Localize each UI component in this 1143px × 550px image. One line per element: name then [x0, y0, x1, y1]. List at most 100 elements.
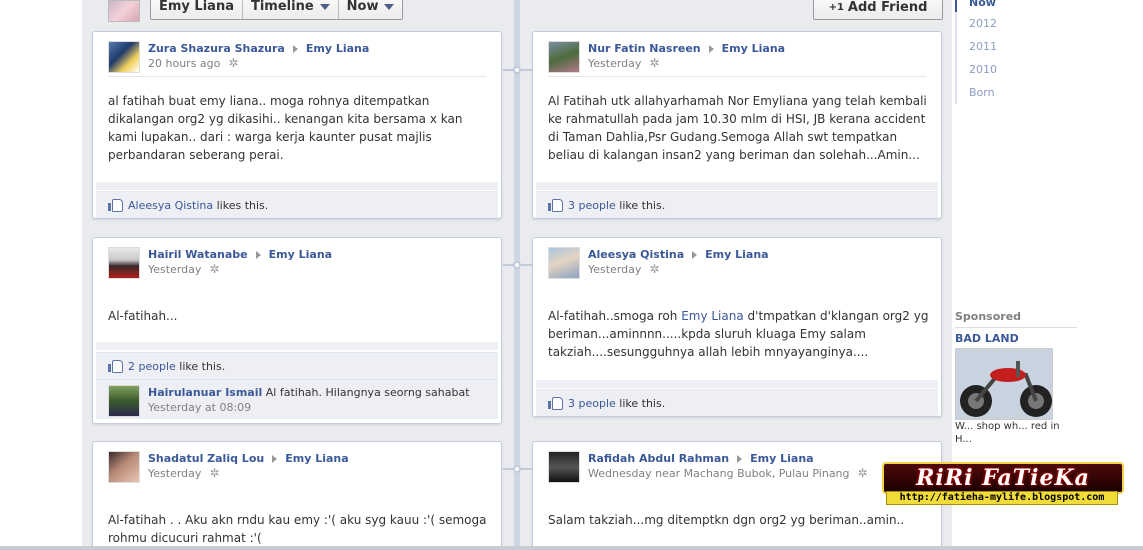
author-avatar[interactable]	[108, 41, 140, 73]
likes-bar: Aleesya Qistina likes this.	[96, 191, 498, 218]
arrow-right-icon	[737, 455, 743, 463]
post-body: Salam takziah...mg ditemptkn dgn org2 yg…	[548, 513, 905, 527]
post-author-link[interactable]: Aleesya Qistina	[588, 248, 684, 261]
year-2010[interactable]: 2010	[955, 58, 1077, 81]
post-target-link[interactable]: Emy Liana	[705, 248, 768, 261]
gear-icon[interactable]: ✲	[858, 466, 868, 481]
gear-icon[interactable]: ✲	[228, 56, 238, 71]
post-action-bar	[96, 342, 498, 350]
timeline-dropdown[interactable]: Timeline	[243, 0, 339, 19]
profile-name-label: Emy Liana	[159, 0, 234, 14]
post-target-link[interactable]: Emy Liana	[306, 42, 369, 55]
timeline-connector	[503, 468, 514, 470]
likers-link[interactable]: 2 people	[128, 360, 176, 373]
post-timestamp[interactable]: Yesterday	[148, 262, 201, 277]
likes-text: like this.	[619, 198, 666, 212]
timeline-connector	[521, 468, 532, 470]
arrow-right-icon	[708, 45, 714, 53]
commenter-avatar[interactable]	[108, 385, 140, 417]
post-timestamp[interactable]: 20 hours ago	[148, 56, 220, 71]
gear-icon[interactable]: ✲	[209, 262, 219, 277]
post-author-link[interactable]: Zura Shazura Shazura	[148, 42, 285, 55]
comment: Hairulanuar Ismail Al fatihah. Hilangnya…	[96, 379, 498, 419]
post-timestamp[interactable]: Yesterday	[588, 56, 641, 71]
ad-image[interactable]	[955, 348, 1053, 420]
post-body: Al Fatihah utk allahyarhamah Nor Emylian…	[548, 94, 927, 162]
post-target-link[interactable]: Emy Liana	[722, 42, 785, 55]
post-target-link[interactable]: Emy Liana	[269, 248, 332, 261]
author-avatar[interactable]	[548, 451, 580, 483]
timeline-dot	[513, 261, 521, 269]
post-target-link[interactable]: Emy Liana	[285, 452, 348, 465]
timeline-connector	[521, 264, 532, 266]
timeline-connector	[503, 69, 514, 71]
profile-name-button[interactable]: Emy Liana	[151, 0, 243, 19]
timeline-dot	[513, 465, 521, 473]
post-timestamp[interactable]: Wednesday near Machang Bubok, Pulau Pina…	[588, 466, 850, 481]
post-body: Al-fatihah . . Aku akn rndu kau emy :'( …	[108, 513, 487, 545]
post-timestamp[interactable]: Yesterday	[148, 466, 201, 481]
likes-text: like this.	[179, 359, 226, 373]
likers-link[interactable]: Aleesya Qistina	[128, 199, 213, 212]
now-dropdown[interactable]: Now	[339, 0, 403, 19]
likes-bar: 3 people like this.	[536, 389, 938, 416]
post-action-bar	[536, 182, 938, 190]
author-avatar[interactable]	[548, 247, 580, 279]
gear-icon[interactable]: ✲	[209, 466, 219, 481]
ad-title-link[interactable]: BAD LAND	[955, 332, 1019, 345]
year-now[interactable]: Now	[955, 0, 1077, 12]
add-friend-label: Add Friend	[847, 0, 928, 15]
author-avatar[interactable]	[548, 41, 580, 73]
thumbs-up-icon	[108, 360, 123, 373]
author-avatar[interactable]	[108, 451, 140, 483]
post-author-link[interactable]: Nur Fatin Nasreen	[588, 42, 701, 55]
profile-avatar[interactable]	[108, 0, 140, 22]
post-action-bar	[536, 380, 938, 388]
mention-link[interactable]: Emy Liana	[681, 309, 744, 323]
post-divider	[548, 76, 926, 77]
sponsored-divider	[955, 327, 1077, 328]
timeline-post: Zura Shazura Shazura Emy Liana 20 hours a…	[92, 31, 502, 219]
comment-text: Al fatihah. Hilangnya seorng sahabat	[265, 386, 470, 399]
year-navigation: Now 2012 2011 2010 Born	[955, 0, 1077, 104]
likes-bar: 2 people like this.	[96, 352, 498, 379]
likes-text: like this.	[619, 396, 666, 410]
post-author-link[interactable]: Hairil Watanabe	[148, 248, 248, 261]
caret-down-icon	[319, 4, 330, 10]
post-author-link[interactable]: Shadatul Zaliq Lou	[148, 452, 264, 465]
blog-watermark: RiRi FaTieKa http://fatieha-mylife.blogs…	[876, 458, 1126, 528]
post-body: al fatihah buat emy liana.. moga rohnya …	[108, 94, 463, 162]
post-body-text: Al-fatihah..smoga roh	[548, 309, 682, 323]
thumbs-up-icon	[548, 397, 563, 410]
commenter-name[interactable]: Hairulanuar Ismail	[148, 386, 262, 399]
ad-description: W... shop wh... red in H...	[955, 421, 1060, 445]
post-timestamp[interactable]: Yesterday	[588, 262, 641, 277]
add-friend-button[interactable]: +1 Add Friend	[813, 0, 943, 20]
gear-icon[interactable]: ✲	[649, 56, 659, 71]
post-author-link[interactable]: Rafidah Abdul Rahman	[588, 452, 729, 465]
timeline-connector	[503, 264, 514, 266]
likers-link[interactable]: 3 people	[568, 199, 616, 212]
thumbs-up-icon	[108, 199, 123, 212]
year-2012[interactable]: 2012	[955, 12, 1077, 35]
timeline-connector	[521, 69, 532, 71]
post-body: Al-fatihah..smoga roh Emy Liana d'tmpatk…	[548, 307, 929, 361]
likes-text: likes this.	[216, 198, 269, 212]
arrow-right-icon	[255, 251, 261, 259]
post-target-link[interactable]: Emy Liana	[750, 452, 813, 465]
post-action-bar	[96, 182, 498, 190]
sponsored-heading: Sponsored	[955, 310, 1022, 323]
year-born[interactable]: Born	[955, 81, 1077, 104]
arrow-right-icon	[292, 45, 298, 53]
timeline-post: Shadatul Zaliq Lou Emy Liana Yesterday ✲ A…	[92, 441, 502, 550]
watermark-name: RiRi FaTieKa	[882, 462, 1124, 494]
post-body: Al-fatihah...	[108, 309, 178, 323]
likers-link[interactable]: 3 people	[568, 397, 616, 410]
arrow-right-icon	[692, 251, 698, 259]
comment-timestamp[interactable]: Yesterday at 08:09	[148, 400, 470, 415]
author-avatar[interactable]	[108, 247, 140, 279]
arrow-right-icon	[272, 455, 278, 463]
gear-icon[interactable]: ✲	[649, 262, 659, 277]
year-2011[interactable]: 2011	[955, 35, 1077, 58]
bottom-scroll-edge	[0, 546, 1143, 550]
